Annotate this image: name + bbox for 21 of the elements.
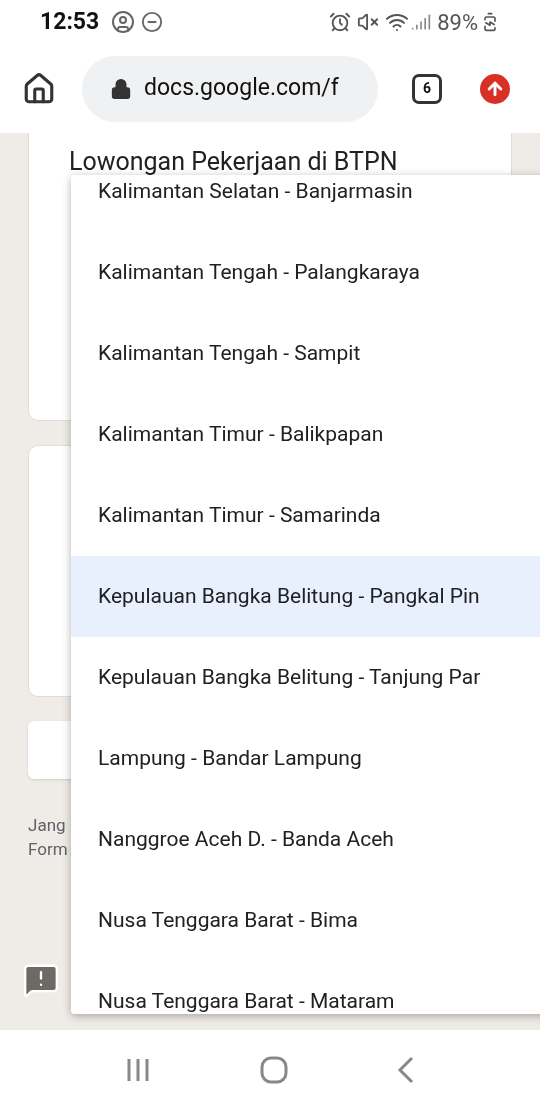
url-text: docs.google.com/f [144,73,339,104]
back-icon[interactable] [397,1056,416,1084]
mute-icon [357,11,380,33]
update-icon[interactable] [480,73,510,104]
form-title: Lowongan Pekerjaan di BTPN [69,147,398,176]
lock-icon [110,77,132,100]
alarm-icon [329,11,352,33]
footer-text: Jang [28,814,66,837]
status-time: 12:53 [40,6,100,37]
dropdown-option[interactable]: Kepulauan Bangka Belitung - Pangkal Pin [71,556,540,637]
account-icon [111,10,136,34]
address-bar[interactable]: docs.google.com/f [82,55,378,122]
home-nav-icon[interactable] [260,1056,288,1084]
footer-text: Form [28,838,68,861]
tab-count-button[interactable]: 6 [412,73,442,104]
home-icon[interactable] [22,71,56,106]
dropdown-option[interactable]: Kalimantan Selatan - Banjarmasin [71,175,540,232]
battery-percent: 89% [437,8,478,37]
dropdown-option[interactable]: Nusa Tenggara Barat - Mataram [71,961,540,1014]
do-not-disturb-icon [141,11,164,33]
signal-icon [411,12,432,32]
